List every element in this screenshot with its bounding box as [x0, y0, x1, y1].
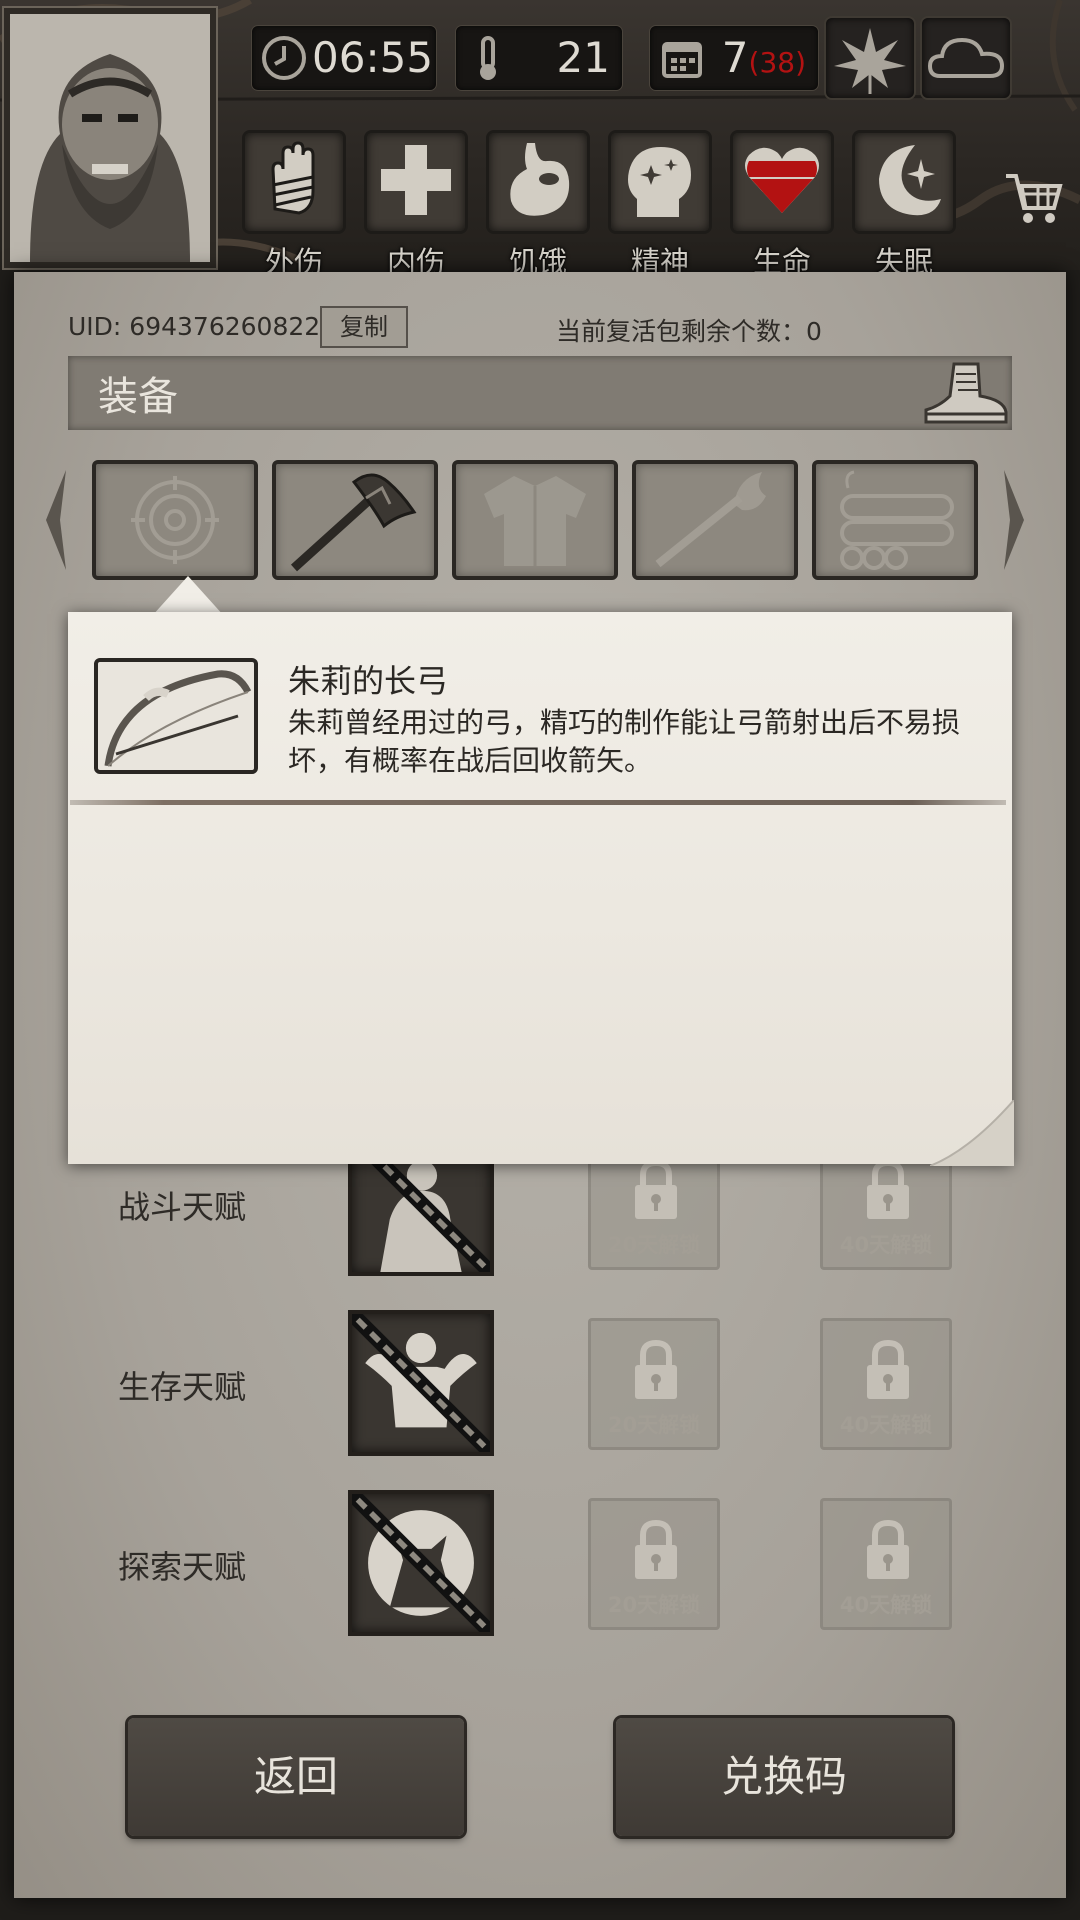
tooltip-divider [70, 800, 1006, 805]
lock-icon [867, 1339, 909, 1399]
lock-icon [867, 1159, 909, 1219]
tooltip-item-description: 朱莉曾经用过的弓，精巧的制作能让弓箭射出后不易损坏，有概率在战后回收箭矢。 [288, 706, 961, 777]
uid-label: UID: 694376260822 [68, 312, 321, 341]
status-external-injury[interactable]: 外伤 [242, 130, 346, 279]
logs-icon [840, 470, 954, 570]
clock-icon [262, 36, 306, 80]
redeem-code-button[interactable]: 兑换码 [616, 1718, 952, 1836]
locked-talent-slot[interactable]: 20天解锁 [588, 1318, 720, 1450]
copy-button[interactable]: 复制 [320, 306, 408, 348]
heart-icon [745, 147, 819, 213]
equipment-slot-clothing[interactable] [452, 460, 618, 580]
equipment-header [68, 356, 1012, 430]
revive-count-label: 当前复活包剩余个数：0 [556, 317, 822, 346]
bandaged-hand-icon [271, 141, 315, 215]
locked-talent-slot[interactable]: 20天解锁 [588, 1498, 720, 1630]
thermometer-icon [480, 36, 496, 80]
arrow-right-icon[interactable] [998, 464, 1030, 576]
status-life[interactable]: 生命 [730, 130, 834, 279]
shopping-cart-icon[interactable] [1002, 166, 1064, 228]
status-internal-injury[interactable]: 内伤 [364, 130, 468, 279]
day-extra-value: (38) [748, 46, 806, 79]
unlock-requirement: 20天解锁 [607, 1413, 701, 1437]
moon-star-icon [879, 145, 941, 216]
calendar-icon [662, 42, 702, 78]
day-value: 7 [721, 33, 749, 82]
leaf-icon [834, 28, 906, 94]
page-curl-decoration [930, 1100, 1014, 1166]
unlock-requirement: 40天解锁 [839, 1233, 933, 1257]
time-display: 06:55 [252, 26, 436, 90]
lock-icon [867, 1519, 909, 1579]
tooltip-item-name: 朱莉的长弓 [288, 662, 449, 700]
talent-survival-slot[interactable] [348, 1310, 494, 1456]
equipment-title: 装备 [98, 374, 178, 420]
locked-talent-slot[interactable]: 40天解锁 [820, 1318, 952, 1450]
status-hunger[interactable]: 饥饿 [486, 130, 590, 279]
wolf-moon-chained-icon [352, 1494, 490, 1632]
equipment-slot-tool[interactable] [272, 460, 438, 580]
tooltip-item-icon [94, 658, 258, 774]
talent-label-survival: 生存天赋 [118, 1368, 247, 1406]
talent-label-explore: 探索天赋 [118, 1548, 247, 1586]
tooltip-pointer [152, 576, 224, 616]
status-insomnia[interactable]: 失眠 [852, 130, 956, 279]
day-display: 7(38) [650, 26, 818, 90]
arrow-left-icon[interactable] [40, 464, 72, 576]
locked-talent-slot[interactable]: 40天解锁 [820, 1498, 952, 1630]
lock-icon [635, 1159, 677, 1219]
equipment-slot-light[interactable] [632, 460, 798, 580]
cloud-icon [927, 37, 1005, 78]
status-spirit[interactable]: 精神 [608, 130, 712, 279]
lock-icon [635, 1519, 677, 1579]
unlock-requirement: 20天解锁 [607, 1593, 701, 1617]
target-icon [131, 476, 219, 564]
talent-label-combat: 战斗天赋 [118, 1188, 247, 1226]
bearded-man-portrait [10, 14, 210, 262]
axe-icon [290, 473, 417, 572]
temperature-value: 21 [556, 33, 610, 82]
leaf-button[interactable] [826, 18, 914, 98]
time-value: 06:55 [312, 33, 434, 82]
unlock-requirement: 40天解锁 [839, 1593, 933, 1617]
unlock-requirement: 40天解锁 [839, 1413, 933, 1437]
shirt-icon [484, 476, 586, 566]
muscle-man-chained-icon [352, 1314, 490, 1452]
cross-icon [381, 145, 451, 215]
cloud-button[interactable] [922, 18, 1010, 98]
boot-icon[interactable] [920, 356, 1012, 430]
unlock-requirement: 20天解锁 [607, 1233, 701, 1257]
head-sparkle-icon [628, 147, 691, 217]
longbow-icon [104, 670, 252, 767]
torch-icon [655, 472, 766, 568]
talent-explore-slot[interactable] [348, 1490, 494, 1636]
temperature-display: 21 [456, 26, 622, 90]
back-button[interactable]: 返回 [128, 1718, 464, 1836]
stomach-icon [510, 143, 570, 216]
equipment-slot-misc[interactable] [812, 460, 978, 580]
equipment-slot-weapon[interactable] [92, 460, 258, 580]
player-portrait[interactable] [4, 8, 216, 268]
lock-icon [635, 1339, 677, 1399]
